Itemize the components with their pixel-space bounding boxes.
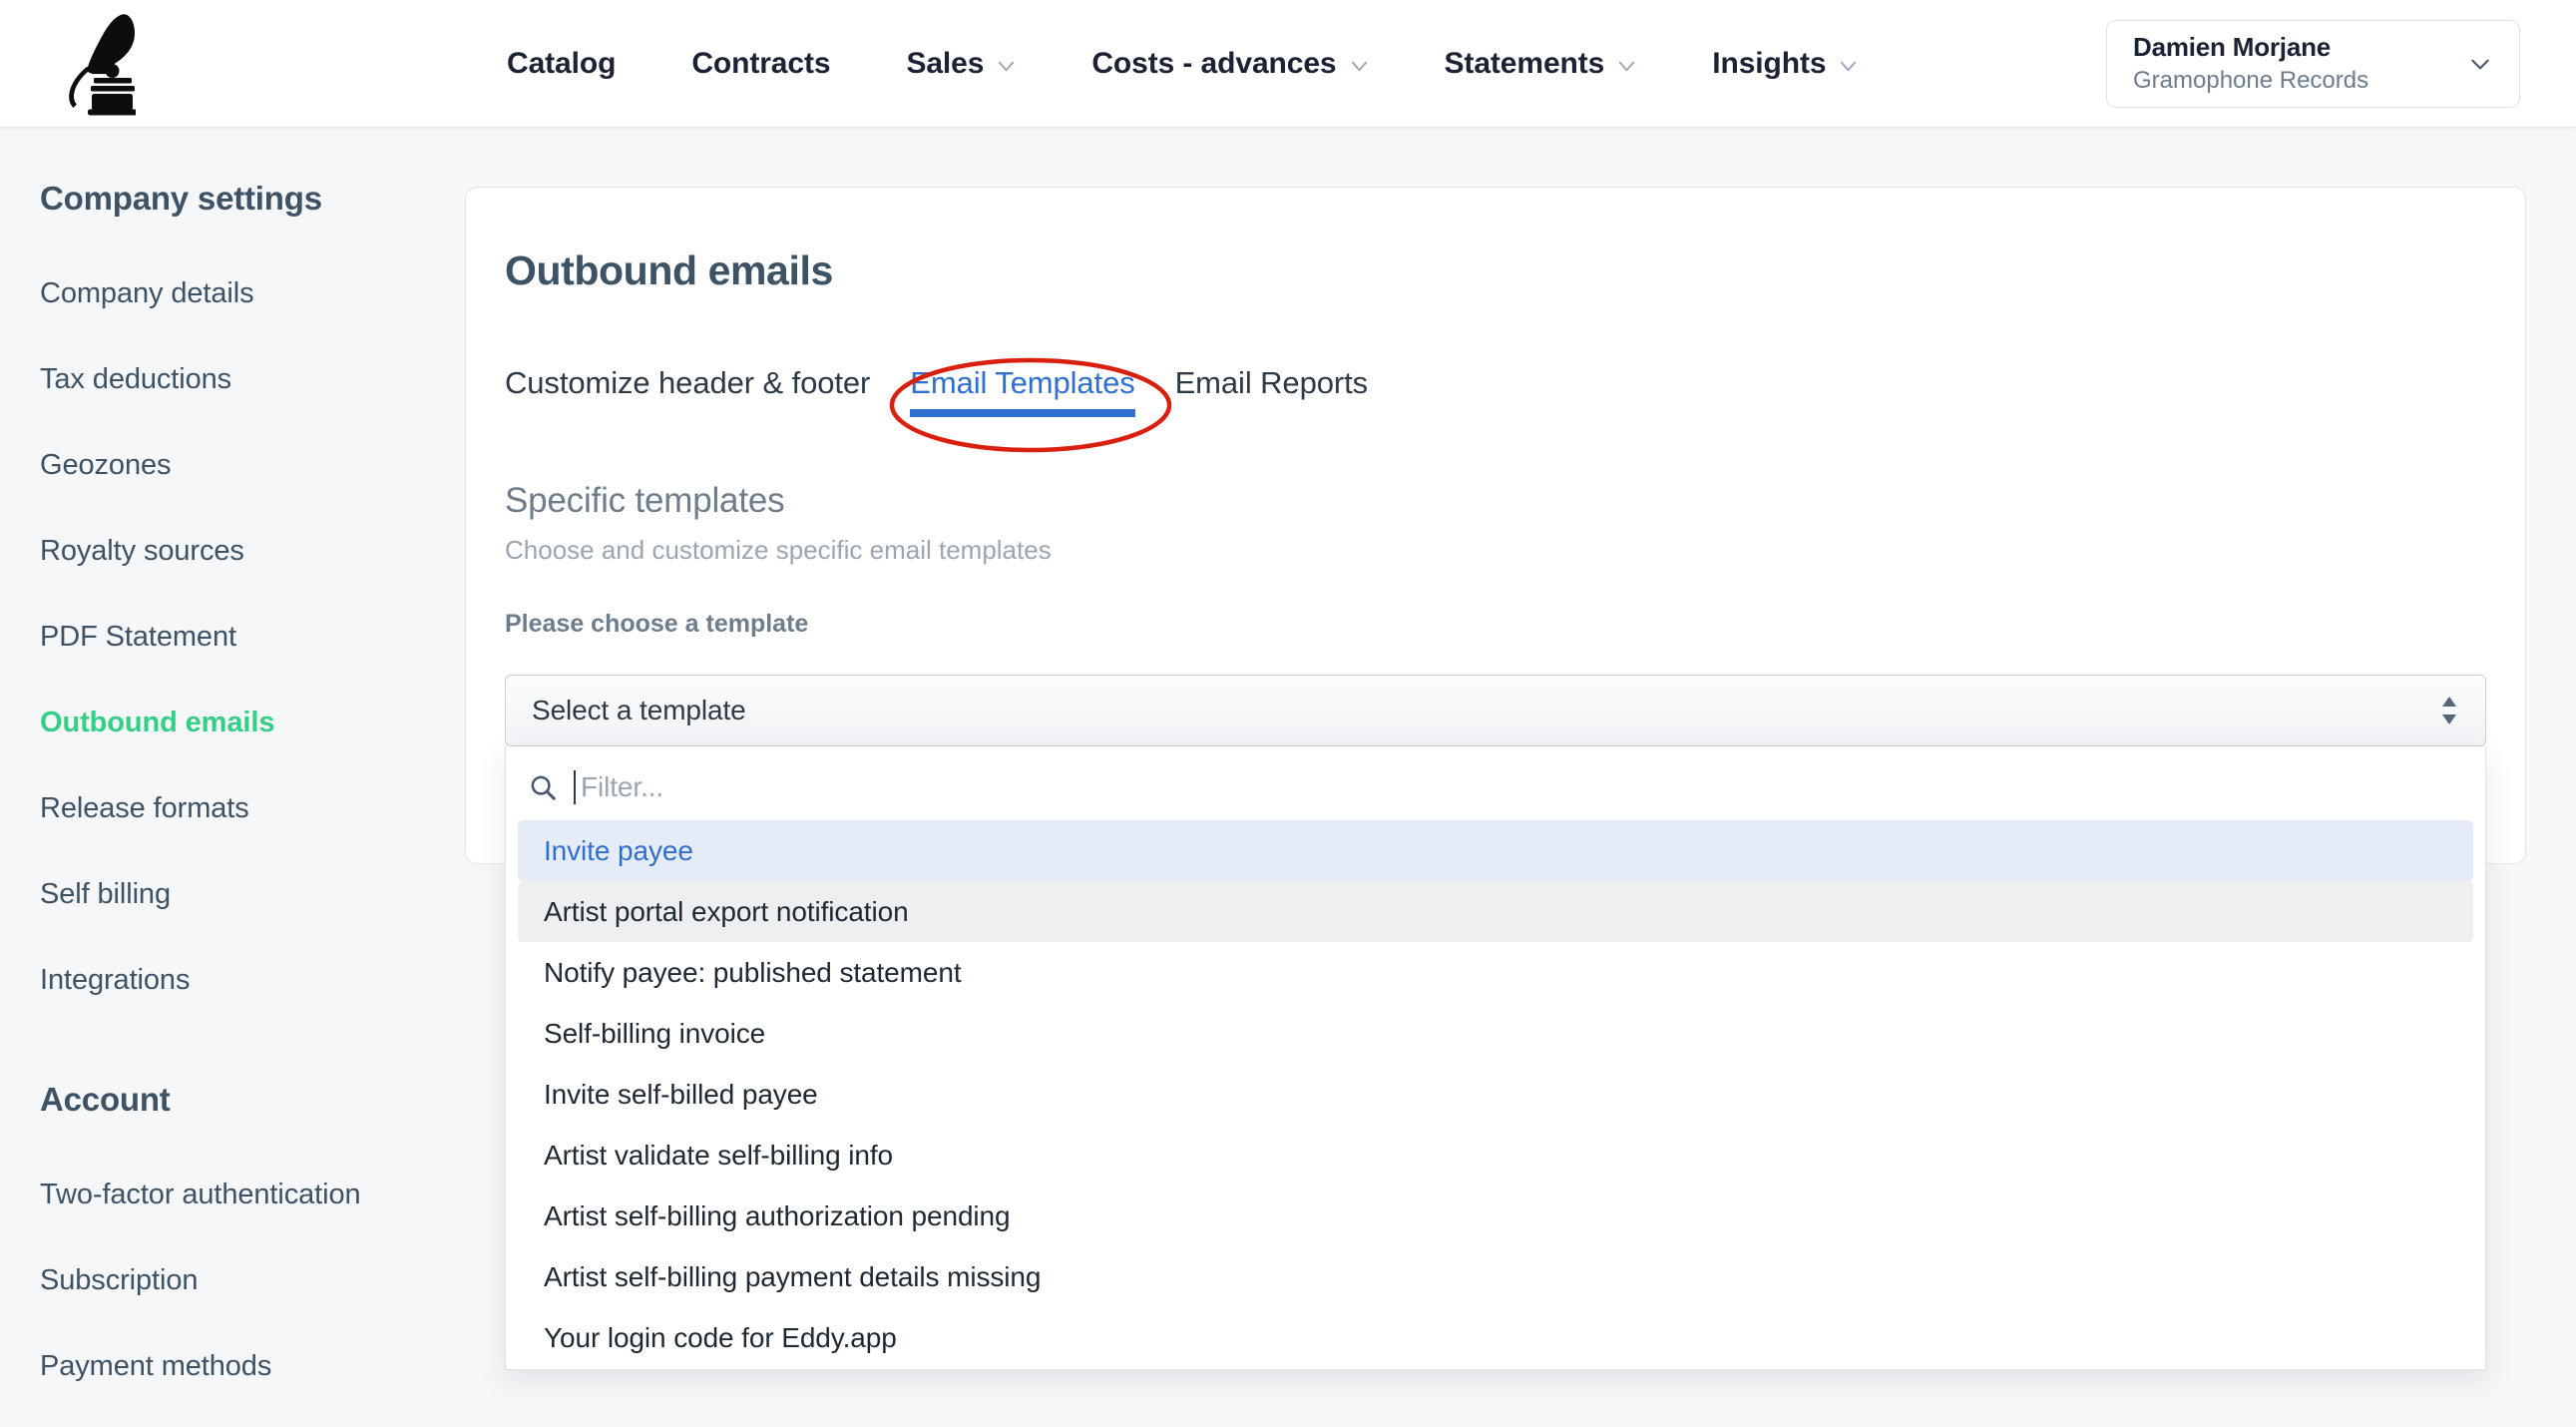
- nav-item-label: Costs - advances: [1091, 47, 1337, 80]
- dropdown-option-artist-self-billing-authorization-pending[interactable]: Artist self-billing authorization pendin…: [518, 1186, 2473, 1246]
- stepper-up-down-icon: [2439, 694, 2459, 727]
- template-field-label: Please choose a template: [505, 610, 809, 638]
- dropdown-option-invite-payee[interactable]: Invite payee: [518, 820, 2473, 881]
- sidebar-item-self-billing[interactable]: Self billing: [0, 851, 459, 937]
- gramophone-logo-icon: [69, 14, 136, 116]
- nav-item-label: Sales: [906, 47, 985, 80]
- tab-email-templates[interactable]: Email Templates: [910, 365, 1148, 417]
- dropdown-option-your-login-code-for-eddy-app[interactable]: Your login code for Eddy.app: [518, 1307, 2473, 1368]
- template-dropdown-panel: Filter... Invite payee Artist portal exp…: [505, 746, 2486, 1370]
- sidebar-section-title-account: Account: [40, 1081, 171, 1118]
- user-company: Gramophone Records: [2133, 67, 2369, 95]
- sidebar-item-payment-methods[interactable]: Payment methods: [0, 1323, 459, 1409]
- user-account-menu[interactable]: Damien Morjane Gramophone Records: [2106, 20, 2520, 108]
- nav-item-label: Contracts: [691, 47, 831, 80]
- tab-email-reports[interactable]: Email Reports: [1175, 365, 1382, 417]
- chevron-down-icon: [1617, 57, 1636, 76]
- sidebar-item-pdf-statement[interactable]: PDF Statement: [0, 594, 459, 680]
- sidebar-item-subscription[interactable]: Subscription: [0, 1237, 459, 1323]
- tab-customize-header-footer[interactable]: Customize header & footer: [505, 365, 884, 417]
- settings-tabs: Customize header & footer Email Template…: [505, 365, 1382, 417]
- nav-item-label: Statements: [1444, 47, 1605, 80]
- gramophone-logo[interactable]: [48, 10, 138, 118]
- sidebar-item-outbound-emails[interactable]: Outbound emails: [0, 680, 459, 765]
- section-subtitle: Choose and customize specific email temp…: [505, 535, 1052, 565]
- chevron-down-icon: [997, 57, 1016, 76]
- dropdown-option-artist-portal-export-notification[interactable]: Artist portal export notification: [518, 881, 2473, 942]
- sidebar-item-release-formats[interactable]: Release formats: [0, 765, 459, 851]
- top-header-bar: Catalog Contracts Sales Costs - advances…: [0, 0, 2576, 128]
- nav-item-sales[interactable]: Sales: [868, 47, 1054, 81]
- sidebar-section-title-company-settings: Company settings: [40, 180, 322, 217]
- filter-placeholder: Filter...: [581, 771, 664, 802]
- template-select[interactable]: Select a template: [505, 675, 2486, 746]
- sidebar-item-geozones[interactable]: Geozones: [0, 422, 459, 508]
- user-account-text: Damien Morjane Gramophone Records: [2133, 32, 2467, 97]
- nav-item-statements[interactable]: Statements: [1407, 47, 1675, 81]
- settings-sidebar: Company settings Company details Tax ded…: [0, 128, 459, 1427]
- dropdown-option-notify-payee-published-statement[interactable]: Notify payee: published statement: [518, 942, 2473, 1003]
- dropdown-option-artist-validate-self-billing-info[interactable]: Artist validate self-billing info: [518, 1125, 2473, 1186]
- nav-item-insights[interactable]: Insights: [1674, 47, 1896, 81]
- filter-input[interactable]: Filter...: [574, 765, 2463, 809]
- page-title: Outbound emails: [505, 247, 833, 293]
- dropdown-option-self-billing-invoice[interactable]: Self-billing invoice: [518, 1003, 2473, 1064]
- sidebar-item-two-factor-authentication[interactable]: Two-factor authentication: [0, 1152, 459, 1237]
- chevron-down-icon: [1350, 57, 1369, 76]
- dropdown-option-invite-self-billed-payee[interactable]: Invite self-billed payee: [518, 1064, 2473, 1125]
- nav-item-costs-advances[interactable]: Costs - advances: [1054, 47, 1406, 81]
- sidebar-item-integrations[interactable]: Integrations: [0, 937, 459, 1023]
- sidebar-item-royalty-sources[interactable]: Royalty sources: [0, 508, 459, 594]
- chevron-down-icon: [1839, 57, 1858, 76]
- sidebar-item-tax-deductions[interactable]: Tax deductions: [0, 336, 459, 422]
- main-navigation: Catalog Contracts Sales Costs - advances…: [469, 0, 1896, 128]
- user-name: Damien Morjane: [2133, 31, 2332, 62]
- nav-item-label: Insights: [1712, 47, 1827, 80]
- dropdown-filter-row[interactable]: Filter...: [506, 754, 2485, 820]
- nav-item-contracts[interactable]: Contracts: [653, 47, 868, 81]
- nav-item-catalog[interactable]: Catalog: [469, 47, 653, 81]
- nav-item-label: Catalog: [507, 47, 617, 80]
- search-icon: [528, 772, 558, 802]
- dropdown-option-artist-self-billing-payment-details-missing[interactable]: Artist self-billing payment details miss…: [518, 1246, 2473, 1307]
- text-cursor: [574, 770, 576, 804]
- sidebar-item-company-details[interactable]: Company details: [0, 250, 459, 336]
- template-select-value: Select a template: [532, 695, 746, 725]
- section-title-specific-templates: Specific templates: [505, 481, 785, 520]
- chevron-down-icon: [2467, 51, 2493, 77]
